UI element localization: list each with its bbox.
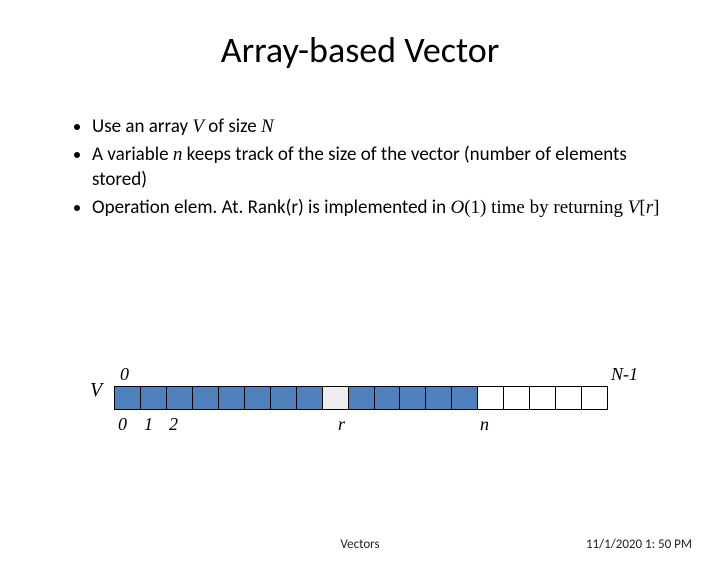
text: is implemented in [304, 196, 451, 219]
array-cell [141, 387, 167, 409]
array-label-v: V [90, 379, 102, 402]
array-cell [426, 387, 452, 409]
bullet-item: Operation elem. At. Rank(r) is implement… [92, 195, 660, 221]
array-cell [323, 387, 349, 409]
index-0: 0 [118, 414, 127, 435]
var-n-cap: N [261, 116, 274, 137]
bullet-item: Use an array V of size N [92, 114, 660, 140]
fn-name: elem. At. Rank(r) [174, 196, 304, 219]
text: ] [653, 197, 659, 218]
index-n: n [480, 414, 489, 435]
array-cells [114, 386, 608, 410]
array-cell [115, 387, 141, 409]
var-n: n [173, 144, 183, 165]
array-cell [400, 387, 426, 409]
array-cell [375, 387, 401, 409]
array-cell [297, 387, 323, 409]
bullet-list: Use an array V of size N A variable n ke… [0, 114, 720, 221]
page-title: Array-based Vector [0, 28, 720, 72]
big-o: O [450, 197, 464, 218]
array-cell [349, 387, 375, 409]
footer-datetime: 11/1/2020 1: 50 PM [586, 537, 692, 552]
array-cell [167, 387, 193, 409]
text: Use an array [92, 115, 192, 138]
array-cell [478, 387, 504, 409]
index-labels-bottom: 0 1 2 r n [114, 414, 634, 438]
text: of size [204, 115, 261, 138]
array-cell [193, 387, 219, 409]
array-cell [504, 387, 530, 409]
text: Operation [92, 196, 174, 219]
array-cell [452, 387, 478, 409]
array-cell [582, 387, 607, 409]
index-0-top: 0 [120, 364, 129, 385]
var-v: V [192, 116, 204, 137]
bullet-item: A variable n keeps track of the size of … [92, 142, 660, 193]
index-2: 2 [169, 414, 178, 435]
index-1: 1 [144, 414, 153, 435]
array-cell [556, 387, 582, 409]
index-r: r [338, 414, 345, 435]
text: (1) time by returning [464, 197, 628, 218]
index-n-minus-1: N-1 [611, 364, 638, 385]
array-cell [219, 387, 245, 409]
text: A variable [92, 143, 173, 166]
index-labels-top: 0 N-1 [114, 364, 634, 386]
array-cell [245, 387, 271, 409]
array-cell [271, 387, 297, 409]
var-v: V [628, 197, 640, 218]
array-cell [530, 387, 556, 409]
var-r: r [646, 197, 653, 218]
array-diagram: V 0 N-1 0 1 2 r n [114, 364, 634, 438]
